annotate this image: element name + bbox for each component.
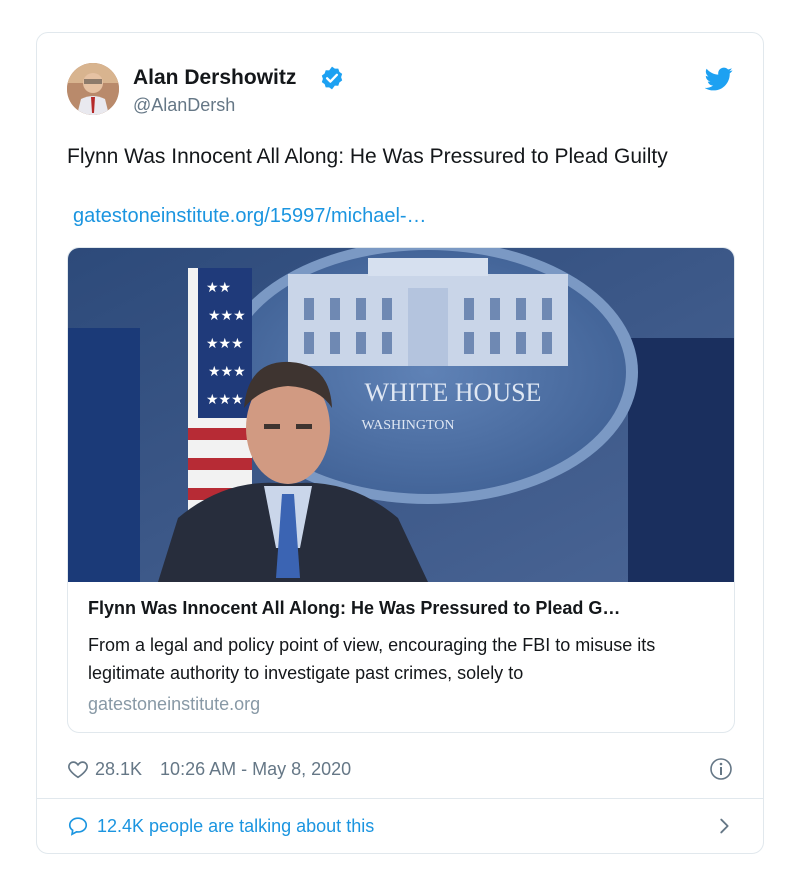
svg-text:★★★: ★★★ bbox=[208, 308, 246, 324]
tweet-text: Flynn Was Innocent All Along: He Was Pre… bbox=[67, 145, 668, 168]
avatar-photo bbox=[67, 63, 119, 115]
divider bbox=[37, 798, 763, 799]
preview-image: WHITE HOUSE WASHINGTON ★★★★★★★★ ★★★★★★ bbox=[68, 248, 734, 582]
chevron-right-icon[interactable] bbox=[713, 815, 735, 837]
svg-text:★★★: ★★★ bbox=[208, 364, 246, 380]
like-count[interactable]: 28.1K bbox=[95, 759, 142, 780]
preview-description: From a legal and policy point of view, e… bbox=[88, 635, 656, 683]
tweet-link[interactable]: gatestoneinstitute.org/15997/michael-… bbox=[73, 205, 427, 228]
tweet-embed-card: Alan Dershowitz @AlanDersh Flynn Was Inn… bbox=[36, 32, 764, 854]
preview-domain: gatestoneinstitute.org bbox=[88, 694, 261, 714]
author-handle[interactable]: @AlanDersh bbox=[133, 95, 235, 116]
svg-text:★★: ★★ bbox=[206, 280, 231, 296]
preview-title: Flynn Was Innocent All Along: He Was Pre… bbox=[88, 598, 621, 618]
tweet-meta-row: 28.1K 10:26 AM - May 8, 2020 bbox=[67, 757, 351, 781]
svg-text:★★★: ★★★ bbox=[206, 392, 244, 408]
avatar[interactable] bbox=[67, 63, 119, 115]
washington-sign-text: WASHINGTON bbox=[361, 418, 454, 433]
twitter-bird-icon[interactable] bbox=[705, 65, 733, 93]
timestamp[interactable]: 10:26 AM - May 8, 2020 bbox=[160, 759, 351, 780]
talking-count: 12.4K people are talking about this bbox=[97, 815, 375, 836]
svg-text:★★★: ★★★ bbox=[206, 336, 244, 352]
link-preview-card[interactable]: WHITE HOUSE WASHINGTON ★★ ★★★ ★★★ ★★★ ★★★ bbox=[67, 247, 735, 733]
white-house-sign-text: WHITE HOUSE bbox=[365, 378, 542, 407]
verified-badge-icon bbox=[321, 66, 343, 90]
info-icon[interactable] bbox=[709, 757, 733, 781]
author-name[interactable]: Alan Dershowitz bbox=[133, 66, 296, 90]
heart-icon[interactable] bbox=[67, 758, 89, 780]
conversation-link[interactable]: 12.4K people are talking about this bbox=[67, 815, 374, 837]
speech-bubble-icon bbox=[68, 817, 88, 836]
